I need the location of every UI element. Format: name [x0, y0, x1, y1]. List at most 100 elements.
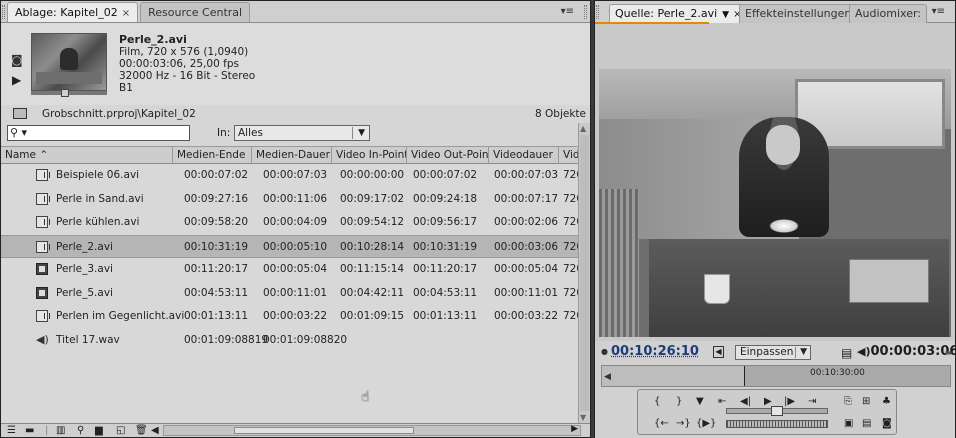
table-row[interactable]: Perle_5.avi 00:04:53:11 00:00:11:01 00:04:4…	[1, 282, 578, 305]
overwrite-clip-icon[interactable]: ▤	[862, 418, 871, 430]
cell-in: 00:09:17:02	[340, 192, 405, 205]
drag-video-icon[interactable]: ▤	[841, 346, 852, 360]
table-row[interactable]: Perlen im Gegenlicht.avi 00:01:13:11 00:00…	[1, 305, 578, 328]
tab-audiomixer[interactable]: Audiomixer:	[849, 4, 928, 23]
cell-vid: 720	[563, 240, 578, 253]
clip-extra: B1	[119, 82, 133, 94]
jog-wheel[interactable]	[726, 420, 828, 428]
output-icon[interactable]: ♣	[882, 396, 891, 408]
insert-icon[interactable]: ⎘	[844, 396, 852, 408]
set-marker-icon[interactable]: ▼	[696, 396, 704, 408]
list-view-icon[interactable]: ☰	[7, 425, 16, 436]
cell-vdur: 00:00:05:04	[494, 263, 559, 275]
horizontal-scrollbar[interactable]: ▶	[163, 424, 581, 436]
go-to-out-point-icon[interactable]: →}	[676, 418, 691, 430]
fit-select[interactable]: Einpassen ▼	[735, 345, 811, 360]
mark-out-icon[interactable]: }	[676, 396, 682, 408]
table-row[interactable]: Perle_3.avi 00:11:20:17 00:00:05:04 00:11:1…	[1, 258, 578, 281]
cell-name: Perle_2.avi	[56, 240, 113, 253]
new-bin-icon[interactable]: ▆	[95, 425, 103, 436]
cell-dur: 00:00:05:10	[263, 240, 328, 253]
cell-out: 00:09:56:17	[413, 216, 478, 228]
vertical-scrollbar[interactable]: ▲ ▼	[578, 123, 590, 423]
scroll-up-icon[interactable]: ▲	[580, 124, 586, 133]
shuttle-handle[interactable]	[771, 406, 783, 416]
poster-frame-camera-icon[interactable]: ◙	[11, 53, 23, 67]
play-in-to-out-icon[interactable]: {▶}	[696, 418, 716, 430]
col-vid[interactable]: Vid	[559, 147, 578, 164]
scroll-down-icon[interactable]: ▼	[580, 413, 586, 422]
in-select[interactable]: Alles ▼	[234, 125, 370, 141]
col-medien-ende[interactable]: Medien-Ende	[173, 147, 252, 164]
icon-view-icon[interactable]: ▬	[25, 425, 34, 436]
panel-grip[interactable]	[584, 5, 587, 19]
cell-end: 00:00:07:02	[184, 169, 249, 181]
transport-controls: { } ▼ ⇤ ◀| ▶ |▶ ⇥ ⎘ ⊞ ♣ {← →} {▶} ▣ ▤ ◙	[637, 389, 897, 435]
overlay-icon[interactable]: ⊞	[862, 396, 870, 408]
cell-vid: 720	[563, 286, 578, 299]
table-row[interactable]: Beispiele 06.avi 00:00:07:02 00:00:07:03 00…	[1, 164, 578, 187]
thumbnail-scrubber[interactable]	[31, 89, 107, 97]
search-icon[interactable]: ⚲ ▾	[10, 126, 27, 139]
scroll-right-icon[interactable]: ▶	[571, 424, 578, 434]
automate-to-sequence-icon[interactable]: ▥	[56, 425, 65, 436]
scroll-track[interactable]	[580, 135, 589, 411]
play-icon[interactable]: ▶	[12, 73, 21, 87]
col-video-in[interactable]: Video In-Point	[332, 147, 407, 164]
playhead[interactable]	[744, 366, 745, 386]
fit-select-value: Einpassen	[740, 346, 794, 358]
col-medien-dauer[interactable]: Medien-Dauer	[252, 147, 332, 164]
go-to-out-icon[interactable]: ⇥	[808, 396, 816, 408]
cell-dur: 00:00:11:01	[263, 286, 328, 299]
col-video-out[interactable]: Video Out-Point	[407, 147, 489, 164]
table-row[interactable]: Perle_2.avi 00:10:31:19 00:00:05:10 00:10:2…	[1, 234, 578, 258]
panel-grip[interactable]	[2, 5, 5, 19]
search-input[interactable]: ⚲ ▾	[7, 125, 190, 141]
tab-effect-settings[interactable]: Effekteinstellungen	[739, 4, 858, 23]
find-icon[interactable]: ⚲	[77, 425, 84, 436]
trash-icon[interactable]: 🗑	[135, 425, 148, 436]
cell-out: 00:01:13:11	[413, 310, 478, 322]
export-frame-icon[interactable]: ◙	[882, 418, 892, 430]
search-bar: ⚲ ▾ In: Alles ▼	[1, 123, 590, 145]
close-icon[interactable]: ×	[122, 8, 130, 19]
panel-grip[interactable]	[596, 5, 599, 19]
sort-asc-icon: ⌃	[39, 149, 49, 161]
cell-name: Perle in Sand.avi	[56, 192, 144, 205]
col-name[interactable]: Name ⌃	[1, 147, 173, 164]
cell-name: Perle_5.avi	[56, 286, 113, 299]
cell-name: Perle kühlen.avi	[56, 216, 140, 228]
panel-menu-icon[interactable]: ▾≡	[561, 6, 574, 17]
panel-menu-icon[interactable]: ▾≡	[932, 6, 945, 17]
col-videodauer[interactable]: Videodauer	[489, 147, 559, 164]
mark-in-icon[interactable]: {	[654, 396, 660, 408]
chevron-down-icon[interactable]: ▼	[722, 10, 729, 20]
path-bar: Grobschnitt.prproj\Kapitel_02 8 Objekte	[1, 105, 590, 123]
video-clip-icon	[36, 286, 48, 299]
source-transport-area: ● 00:10:26:10 ◀ Einpassen ▼ ▤ ◀)00:00:03…	[595, 341, 956, 438]
step-back-icon[interactable]: ◀|	[740, 396, 751, 408]
current-timecode[interactable]: 00:10:26:10	[611, 344, 699, 359]
table-row[interactable]: Perle kühlen.avi 00:09:58:20 00:00:04:09 00…	[1, 211, 578, 234]
time-ruler[interactable]: ◀ 00:10:30:00	[601, 365, 951, 387]
project-bottom-toolbar: ☰ ▬ | ▥ ⚲ ▆ ◱ 🗑 ◀ ▶	[1, 423, 590, 437]
cell-vdur: 00:00:11:01	[494, 286, 559, 299]
shuttle-slider[interactable]	[726, 406, 828, 416]
cell-vdur: 00:00:03:22	[494, 310, 559, 322]
tab-ablage[interactable]: Ablage: Kapitel_02 ×	[7, 2, 139, 22]
scrubber-handle[interactable]	[61, 89, 69, 97]
go-to-in-point-icon[interactable]: {←	[654, 418, 669, 430]
table-row[interactable]: ◀) Titel 17.wav 00:01:09:08819 00:01:09:088…	[1, 329, 578, 352]
drag-audio-icon[interactable]: ◀)	[857, 345, 871, 358]
insert-clip-icon[interactable]: ▣	[844, 418, 853, 430]
marker-icon[interactable]: ◀	[713, 346, 724, 358]
horizontal-scroll-thumb[interactable]	[234, 427, 414, 434]
cell-vdur: 00:00:03:06	[494, 240, 559, 253]
step-forward-icon[interactable]: |▶	[784, 396, 795, 408]
tab-resource-central[interactable]: Resource Central	[140, 2, 251, 22]
tab-source[interactable]: Quelle: Perle_2.avi ▼ ×	[609, 4, 748, 23]
go-to-in-icon[interactable]: ⇤	[718, 396, 726, 408]
table-row[interactable]: Perle in Sand.avi 00:09:27:16 00:00:11:06 0…	[1, 188, 578, 211]
new-item-icon[interactable]: ◱	[116, 425, 125, 436]
scroll-left-icon[interactable]: ◀	[151, 425, 159, 436]
